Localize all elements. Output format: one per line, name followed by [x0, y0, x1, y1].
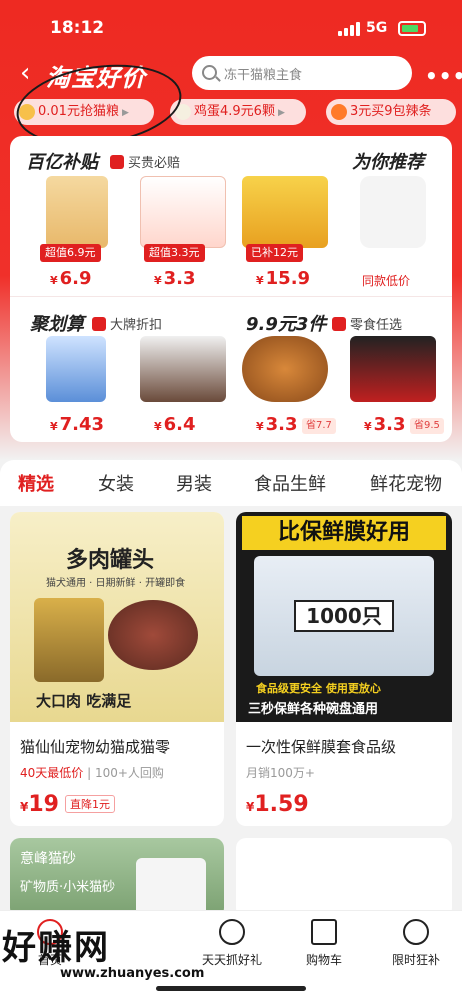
tab-flowers-pets[interactable]: 鲜花宠物 [370, 470, 442, 496]
product-price: ¥7.43 [50, 414, 105, 435]
status-time: 18:12 [50, 18, 105, 38]
product-image [350, 336, 436, 402]
save-badge: 省9.5 [410, 418, 444, 434]
product-image [242, 336, 328, 402]
fire-icon [332, 317, 346, 331]
tab-men[interactable]: 男装 [176, 470, 212, 496]
chip-eggs[interactable]: 鸡蛋4.9元6颗 ▶ [170, 99, 306, 125]
section-title-recommend: 为你推荐 [352, 152, 424, 173]
product-price: ¥3.3 [256, 414, 298, 435]
can-image [34, 598, 104, 682]
product-image: 意峰猫砂 矿物质·小米猫砂 [10, 838, 224, 918]
banner-title: 比保鲜膜好用 [242, 516, 446, 550]
back-arrow-icon[interactable]: ‹ [20, 60, 44, 86]
product-price: ¥1.59 [246, 792, 309, 817]
lightning-icon [403, 919, 429, 945]
price-drop-badge: 直降1元 [64, 795, 115, 813]
tab-label: 天天抓好礼 [201, 953, 262, 967]
repurchase-label: 100+人回购 [94, 766, 164, 780]
product-price: ¥15.9 [256, 268, 311, 289]
more-options-icon[interactable]: ••• [425, 64, 462, 88]
product-price: ¥3.3 [154, 268, 196, 289]
chip-spicy-strips[interactable]: 3元买9包辣条 [326, 99, 456, 125]
banner-count: 1000只 [294, 600, 394, 632]
product-image: 多肉罐头 猫犬通用 · 日期新鲜 · 开罐即食 大口肉 吃满足 [10, 512, 224, 722]
product-image [140, 176, 226, 248]
product-image: 比保鲜膜好用 1000只 食品级更安全 使用更放心 三秒保鲜各种碗盘通用 [236, 512, 452, 722]
feed-card-cat-litter[interactable]: 意峰猫砂 矿物质·小米猫砂 [10, 838, 224, 918]
meat-image [108, 600, 198, 670]
section-title-three-items: 9.9元3件 [246, 314, 327, 335]
section-sub-juhuasuan: 大牌折扣 [92, 314, 162, 333]
product-badge: 超值3.3元 [144, 244, 205, 262]
product-image [46, 336, 106, 402]
product-title: 一次性保鲜膜套食品级 [246, 738, 397, 756]
product-image [46, 176, 108, 248]
feed-card-empty[interactable] [236, 838, 452, 918]
signal-icon [338, 22, 360, 36]
litter-bag-image [136, 858, 206, 918]
product-title: 猫仙仙宠物幼猫成猫零 [20, 738, 171, 756]
banner-title: 多肉罐头 [66, 548, 155, 573]
banner-footer-1: 食品级更安全 使用更放心 [256, 682, 381, 695]
feed-card-cat-food[interactable]: 多肉罐头 猫犬通用 · 日期新鲜 · 开罐即食 大口肉 吃满足 猫仙仙宠物幼猫成… [10, 512, 224, 826]
tab-label: 限时狂补 [391, 953, 440, 967]
tab-label: 购物车 [305, 953, 342, 967]
chip-label: 鸡蛋4.9元6颗 [194, 104, 275, 119]
home-indicator [156, 986, 306, 991]
bottom-tab-daily-gift[interactable]: 天天抓好礼 [186, 919, 278, 968]
deals-card: 百亿补贴 买贵必赔 为你推荐 超值6.9元 ¥6.9 超值3.3元 ¥3.3 已… [10, 136, 452, 442]
product-meta: 月销100万+ [246, 766, 315, 780]
product-meta: 40天最低价 | 100+人回购 [20, 766, 164, 780]
sub-label: 大牌折扣 [110, 318, 163, 333]
search-placeholder: 冻干猫粮主食 [224, 68, 303, 83]
tab-featured[interactable]: 精选 [18, 470, 54, 496]
watermark-text: 好赚网 [2, 928, 110, 968]
banner-title: 意峰猫砂 [20, 851, 76, 867]
same-low-price-label: 同款低价 [362, 274, 411, 288]
product-price: ¥6.9 [50, 268, 92, 289]
bottom-tab-flash-subsidy[interactable]: 限时狂补 [370, 919, 462, 968]
tab-women[interactable]: 女装 [98, 470, 134, 496]
status-bar: 18:12 5G [0, 18, 462, 42]
product-image [140, 336, 226, 402]
section-sub-subsidy: 买贵必赔 [110, 152, 180, 171]
product-price: ¥19 直降1元 [20, 792, 115, 817]
section-sub-three-items: 零食任选 [332, 314, 402, 333]
product-price: ¥6.4 [154, 414, 196, 435]
bottom-tab-cart[interactable]: 购物车 [278, 919, 370, 968]
banner-footer-2: 三秒保鲜各种碗盘通用 [248, 702, 379, 717]
chip-label: 3元买9包辣条 [350, 104, 432, 119]
section-title-subsidy: 百亿补贴 [26, 152, 98, 173]
tab-fresh-food[interactable]: 食品生鲜 [254, 470, 326, 496]
cart-icon [311, 919, 337, 945]
banner-subtitle: 猫犬通用 · 日期新鲜 · 开罐即食 [46, 578, 186, 589]
category-tabs: 精选 女装 男装 食品生鲜 鲜花宠物 [0, 460, 462, 506]
battery-icon [398, 21, 426, 36]
product-image [242, 176, 328, 248]
product-image [360, 176, 426, 248]
network-label: 5G [366, 20, 388, 36]
shield-icon [110, 155, 124, 169]
section-divider [10, 296, 452, 297]
sub-label: 买贵必赔 [128, 156, 181, 171]
product-badge: 超值6.9元 [40, 244, 101, 262]
product-price: ¥3.3 [364, 414, 406, 435]
chevron-right-icon: ▶ [277, 108, 285, 118]
watermark-url: www.zhuanyes.com [60, 966, 205, 981]
banner-footer: 大口肉 吃满足 [36, 692, 132, 710]
sub-label: 零食任选 [350, 318, 403, 333]
product-badge: 已补12元 [246, 244, 303, 262]
gift-icon [219, 919, 245, 945]
lowest-price-label: 40天最低价 [20, 766, 84, 780]
discount-icon [92, 317, 106, 331]
fire-icon [331, 104, 347, 120]
banner-subtitle: 矿物质·小米猫砂 [20, 880, 116, 895]
feed-card-wrap[interactable]: 比保鲜膜好用 1000只 食品级更安全 使用更放心 三秒保鲜各种碗盘通用 一次性… [236, 512, 452, 826]
save-badge: 省7.7 [302, 418, 336, 434]
search-icon [202, 65, 217, 80]
search-box[interactable]: 冻干猫粮主食 [192, 56, 412, 90]
section-title-juhuasuan: 聚划算 [30, 314, 84, 335]
